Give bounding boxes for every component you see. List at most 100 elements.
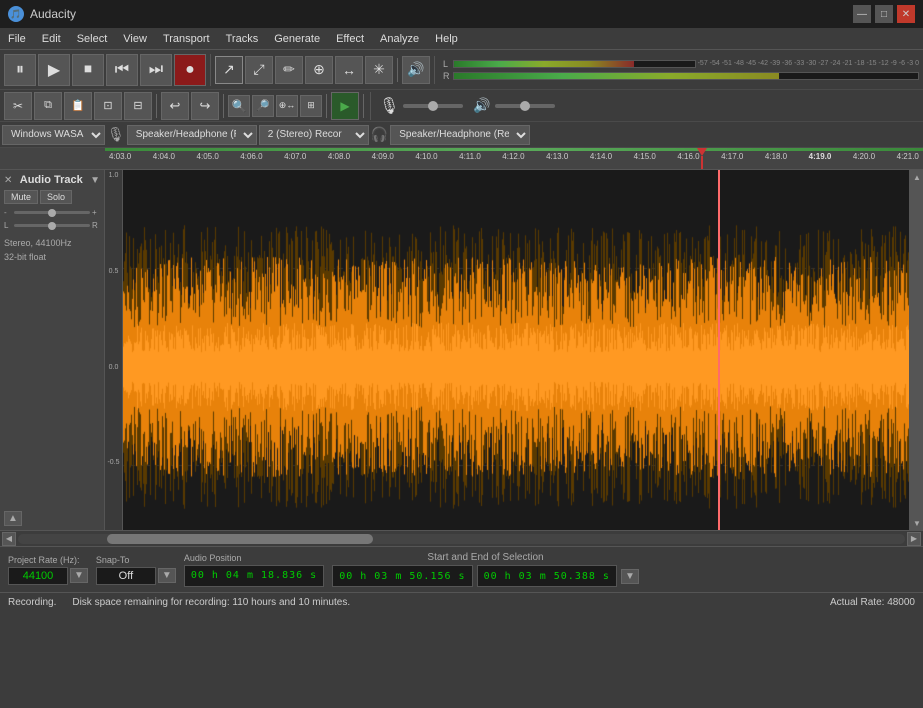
pan-slider[interactable] <box>14 224 90 227</box>
trim-button[interactable]: ⊡ <box>94 92 122 120</box>
main-track-area: ✕ Audio Track ▼ Mute Solo - + L R Stereo… <box>0 170 923 530</box>
devices-toolbar: Windows WASA 🎙 Speaker/Headphone (Realt … <box>0 122 923 148</box>
silence-button[interactable]: ⊟ <box>124 92 152 120</box>
pause-button[interactable]: ⏸ <box>4 54 36 86</box>
skip-forward-button[interactable]: ⏭ <box>140 54 172 86</box>
track-info-2: 32-bit float <box>4 252 100 262</box>
ruler-mark-8: 4:10.0 <box>415 152 437 161</box>
ruler-mark-3: 4:05.0 <box>197 152 219 161</box>
ruler-mark-10: 4:12.0 <box>502 152 524 161</box>
ruler-mark-15: 4:17.0 <box>721 152 743 161</box>
zoom-sel-button[interactable]: ⊕↔ <box>276 95 298 117</box>
input-device-select[interactable]: Speaker/Headphone (Realt <box>127 125 257 145</box>
menu-analyze[interactable]: Analyze <box>372 31 427 47</box>
menu-file[interactable]: File <box>0 31 34 47</box>
snap-to-dropdown[interactable]: ▼ <box>158 568 176 583</box>
ruler-mark-19: 4:21.0 <box>897 152 919 161</box>
record-button[interactable]: ● <box>174 54 206 86</box>
ruler-mark-9: 4:11.0 <box>459 152 481 161</box>
channels-select[interactable]: 2 (Stereo) Recor <box>259 125 369 145</box>
window-controls: — □ ✕ <box>853 5 915 23</box>
play-button[interactable]: ▶ <box>38 54 70 86</box>
track-menu-button[interactable]: ▼ <box>90 175 100 186</box>
selection-start-display[interactable]: 00 h 03 m 50.156 s <box>332 565 472 587</box>
cut-button[interactable]: ✂ <box>4 92 32 120</box>
app-icon: 🎵 <box>8 6 24 22</box>
menu-help[interactable]: Help <box>427 31 466 47</box>
project-rate-dropdown[interactable]: ▼ <box>70 568 88 583</box>
ruler-mark-2: 4:04.0 <box>153 152 175 161</box>
close-button[interactable]: ✕ <box>897 5 915 23</box>
zoom-in-button[interactable]: 🔍 <box>228 95 250 117</box>
vu-meters: L -57 -54 -51 -48 -45 -42 -39 -36 -33 -3… <box>443 59 919 81</box>
menu-edit[interactable]: Edit <box>34 31 69 47</box>
copy-button[interactable]: ⧉ <box>34 92 62 120</box>
collapse-button[interactable]: ▲ <box>4 511 22 526</box>
title-bar: 🎵 Audacity — □ ✕ <box>0 0 923 28</box>
vscroll-down-button[interactable]: ▼ <box>910 516 923 530</box>
menu-transport[interactable]: Transport <box>155 31 218 47</box>
top-scale: 1.0 0.5 0.0 -0.5 -1.0 <box>105 170 123 530</box>
zoom-tool-button[interactable]: ⊕ <box>305 56 333 84</box>
audio-position-group: Audio Position 00 h 04 m 18.836 s <box>184 553 324 587</box>
project-rate-input[interactable]: 44100 <box>8 567 68 585</box>
vscroll-track[interactable] <box>910 184 923 516</box>
toolbar-separator <box>397 58 398 82</box>
pan-l-label: L <box>4 221 12 230</box>
zoom-fit-button[interactable]: ⊞ <box>300 95 322 117</box>
hscroll-left-button[interactable]: ◀ <box>2 532 16 546</box>
snap-to-input[interactable]: Off <box>96 567 156 585</box>
speaker-button[interactable]: 🔊 <box>402 56 430 84</box>
output-device-select[interactable]: Speaker/Headphone (Realt <box>390 125 530 145</box>
speaker-icon: 🔊 <box>473 97 490 114</box>
disk-space-status: Disk space remaining for recording: 110 … <box>72 597 830 608</box>
play-green-button[interactable]: ▶ <box>331 92 359 120</box>
track-sliders: - + L R <box>4 208 100 234</box>
track-close-button[interactable]: ✕ <box>4 175 12 186</box>
headphone-icon: 🎧 <box>371 126 388 143</box>
select-tool-button[interactable]: ↗ <box>215 56 243 84</box>
playhead-marker[interactable] <box>697 148 707 170</box>
track-mute-solo-controls: Mute Solo <box>4 190 100 204</box>
menu-select[interactable]: Select <box>69 31 116 47</box>
draw-tool-button[interactable]: ✏ <box>275 56 303 84</box>
redo-button[interactable]: ↪ <box>191 92 219 120</box>
undo-button[interactable]: ↩ <box>161 92 189 120</box>
zoom-out-button[interactable]: 🔎 <box>252 95 274 117</box>
skip-back-button[interactable]: ⏮ <box>106 54 138 86</box>
menu-generate[interactable]: Generate <box>266 31 328 47</box>
hscroll-right-button[interactable]: ▶ <box>907 532 921 546</box>
horizontal-scrollbar[interactable]: ◀ ▶ <box>0 530 923 546</box>
solo-button[interactable]: Solo <box>40 190 72 204</box>
mute-button[interactable]: Mute <box>4 190 38 204</box>
ruler-mark-17: 4:19.0 <box>809 152 832 161</box>
menu-effect[interactable]: Effect <box>328 31 372 47</box>
vscroll-up-button[interactable]: ▲ <box>910 170 923 184</box>
paste-button[interactable]: 📋 <box>64 92 92 120</box>
hscroll-track[interactable] <box>18 534 905 544</box>
hscroll-thumb[interactable] <box>107 534 373 544</box>
maximize-button[interactable]: □ <box>875 5 893 23</box>
selection-end-display[interactable]: 00 h 03 m 50.388 s <box>477 565 617 587</box>
timeshift-tool-button[interactable]: ↔ <box>335 56 363 84</box>
input-vol-area: 🎙 <box>375 96 467 116</box>
tool-controls: ↗ ⤢ ✏ ⊕ ↔ ✳ 🔊 <box>215 56 435 84</box>
timeline-ruler[interactable]: 4:03.0 4:04.0 4:05.0 4:06.0 4:07.0 4:08.… <box>0 148 923 170</box>
waveform-container: 1.0 0.5 0.0 -0.5 -1.0 1.0 0.5 0.0 -0.5 -… <box>105 170 909 530</box>
menu-tracks[interactable]: Tracks <box>218 31 267 47</box>
input-gain-slider[interactable] <box>403 104 463 108</box>
stop-button[interactable]: ⏹ <box>72 54 104 86</box>
snap-to-label: Snap-To <box>96 555 176 565</box>
menu-view[interactable]: View <box>115 31 155 47</box>
l-meter-bar <box>453 60 696 68</box>
selection-type-dropdown[interactable]: ▼ <box>621 569 639 584</box>
multi-tool-button[interactable]: ✳ <box>365 56 393 84</box>
vertical-scrollbar[interactable]: ▲ ▼ <box>909 170 923 530</box>
gain-slider[interactable] <box>14 211 90 214</box>
recording-status: Recording. <box>8 597 56 608</box>
audio-position-display[interactable]: 00 h 04 m 18.836 s <box>184 565 324 587</box>
envelope-tool-button[interactable]: ⤢ <box>245 56 273 84</box>
minimize-button[interactable]: — <box>853 5 871 23</box>
output-gain-slider[interactable] <box>495 104 555 108</box>
host-select[interactable]: Windows WASA <box>2 125 105 145</box>
